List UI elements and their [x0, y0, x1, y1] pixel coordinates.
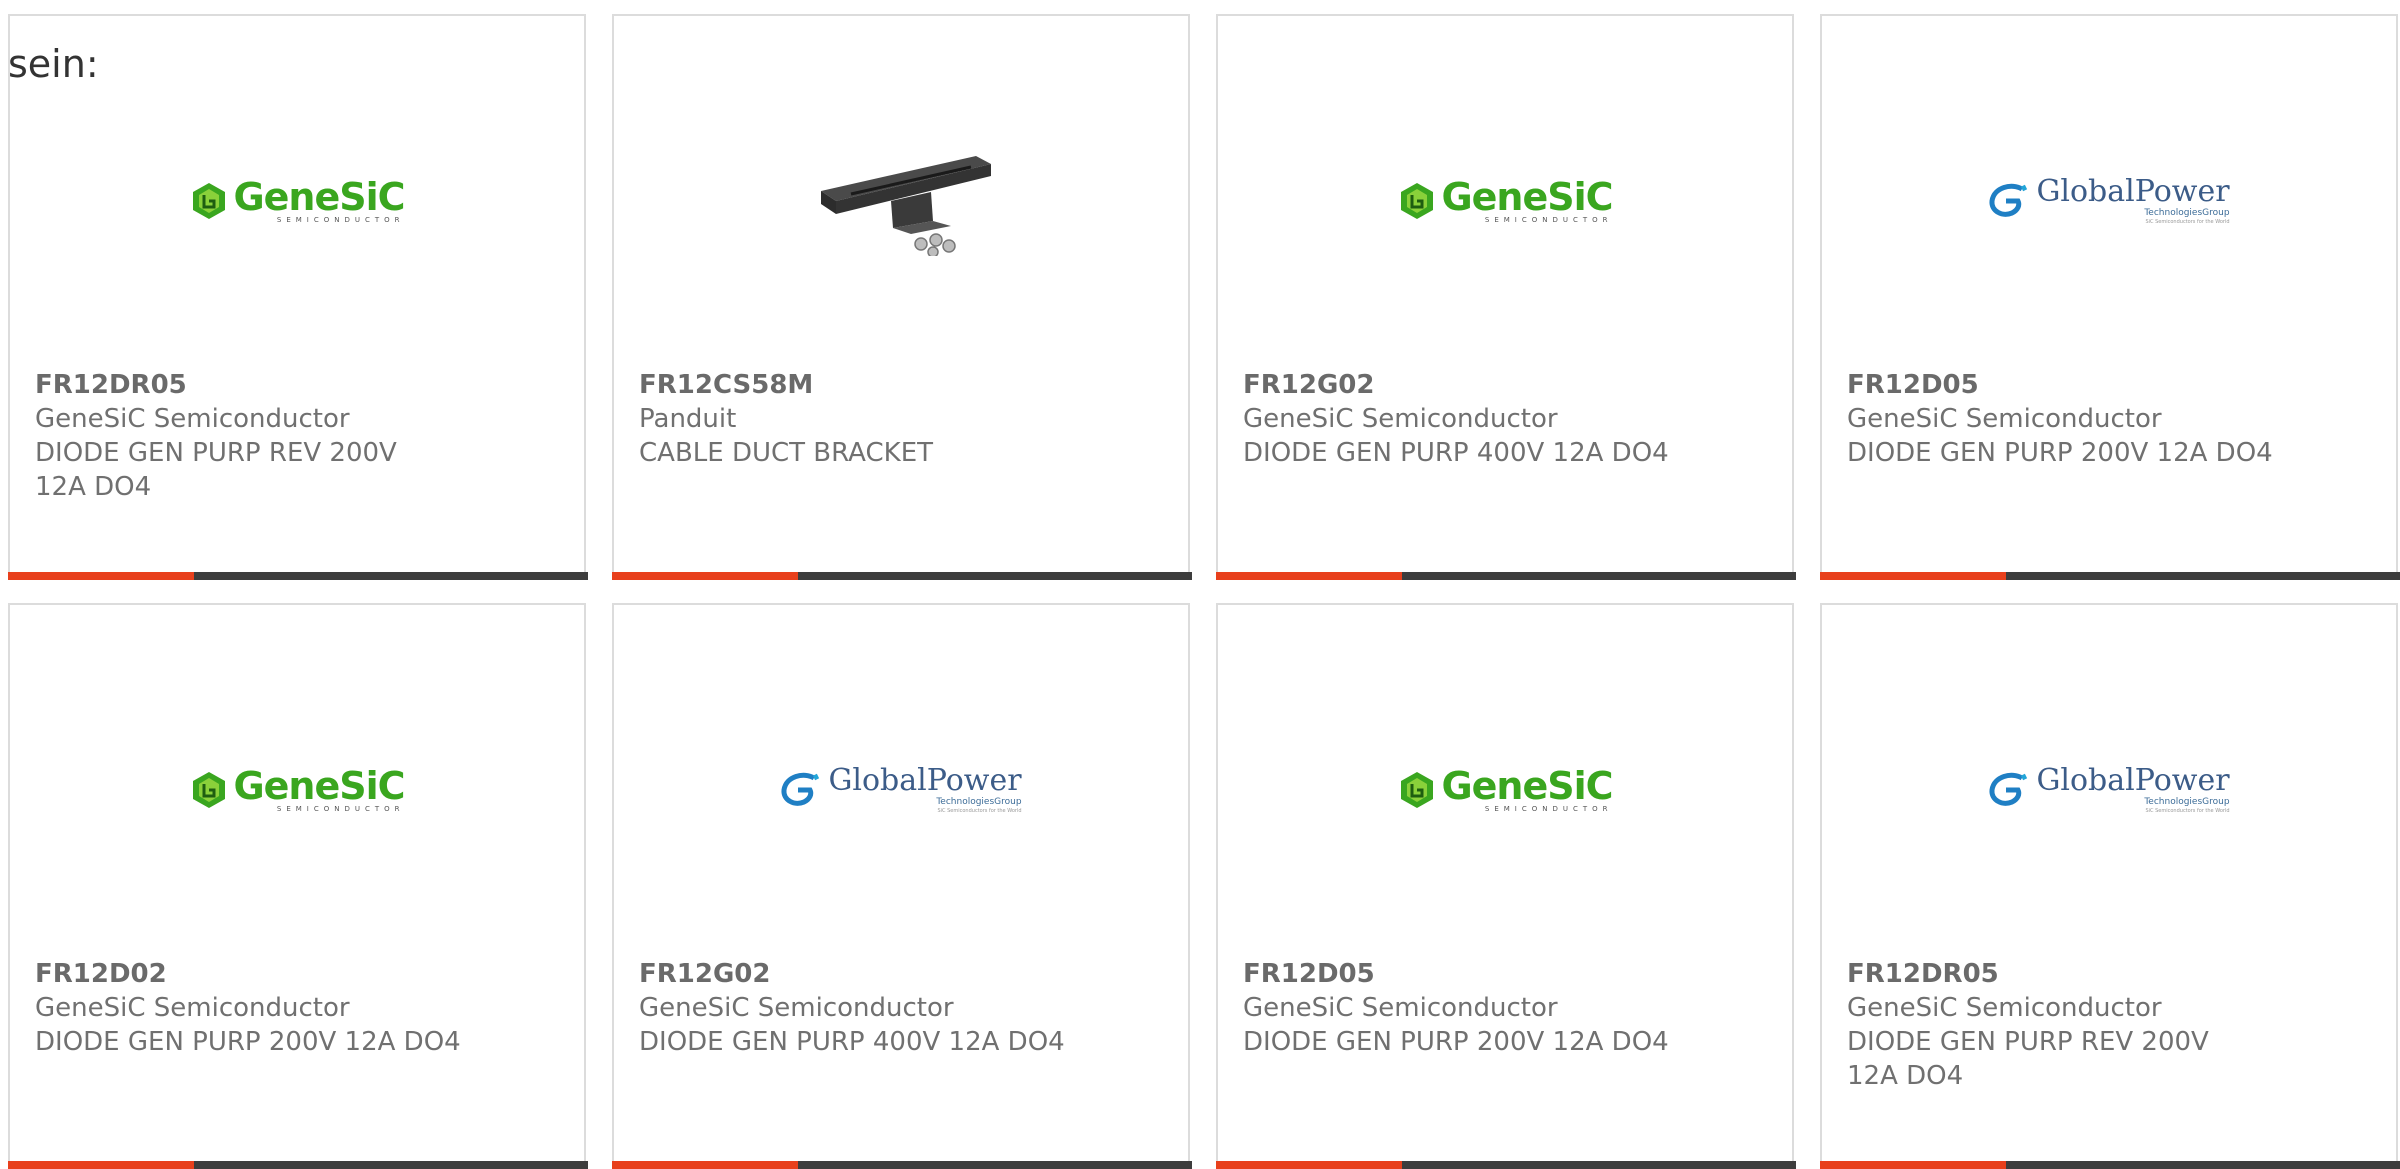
card-progress-fill — [612, 572, 798, 580]
product-card[interactable]: FR12CS58M Panduit CABLE DUCT BRACKET — [612, 14, 1192, 580]
globalpower-slogan: SiC Semiconductors for the World — [937, 808, 1022, 814]
product-image: GeneSiC SEMICONDUCTOR — [10, 705, 584, 875]
cable-duct-bracket-photo — [821, 156, 991, 256]
part-number[interactable]: FR12DR05 — [1847, 957, 2287, 991]
product-description: DIODE GEN PURP 200V 12A DO4 — [1243, 1027, 1669, 1057]
genesic-hex-icon — [193, 183, 226, 219]
manufacturer-name: GeneSiC Semiconductor — [1243, 993, 1558, 1023]
card-progress-bar — [8, 1161, 588, 1169]
part-number[interactable]: FR12D05 — [1847, 368, 2287, 402]
genesic-logo: GeneSiC SEMICONDUCTOR — [189, 175, 406, 224]
card-progress-fill — [612, 1161, 798, 1169]
card-progress-fill — [1216, 572, 1402, 580]
product-card[interactable]: GeneSiC SEMICONDUCTOR FR12D05 GeneSiC Se… — [1216, 603, 1796, 1169]
card-progress-bar — [1216, 572, 1796, 580]
product-image: GeneSiC SEMICONDUCTOR — [1218, 116, 1792, 286]
manufacturer-name: GeneSiC Semiconductor — [1243, 404, 1558, 434]
part-number[interactable]: FR12CS58M — [639, 368, 1079, 402]
genesic-hex-icon — [1401, 772, 1434, 808]
part-number[interactable]: FR12G02 — [1243, 368, 1683, 402]
manufacturer-name: GeneSiC Semiconductor — [35, 404, 350, 434]
card-progress-fill — [1216, 1161, 1402, 1169]
genesic-wordmark: GeneSiC — [1441, 175, 1613, 219]
genesic-logo: GeneSiC SEMICONDUCTOR — [1397, 764, 1614, 813]
product-card[interactable]: GeneSiC SEMICONDUCTOR FR12DR05 GeneSiC S… — [8, 14, 588, 580]
manufacturer-name: GeneSiC Semiconductor — [1847, 993, 2162, 1023]
manufacturer-name: GeneSiC Semiconductor — [639, 993, 954, 1023]
globalpower-wordmark: GlobalPower — [2036, 763, 2230, 798]
genesic-hex-icon — [193, 772, 226, 808]
globalpower-tagline: TechnologiesGroup — [936, 797, 1022, 807]
product-card[interactable]: GlobalPower TechnologiesGroup SiC Semico… — [612, 603, 1192, 1169]
globalpower-swoosh-icon — [781, 772, 820, 806]
genesic-wordmark: GeneSiC — [233, 764, 405, 808]
globalpower-swoosh-icon — [1989, 772, 2028, 806]
card-progress-fill — [1820, 572, 2006, 580]
product-image: GeneSiC SEMICONDUCTOR — [1218, 705, 1792, 875]
part-number[interactable]: FR12D02 — [35, 957, 475, 991]
product-description: DIODE GEN PURP REV 200V 12A DO4 — [35, 438, 397, 502]
product-image: GlobalPower TechnologiesGroup SiC Semico… — [614, 705, 1188, 875]
card-progress-fill — [8, 572, 194, 580]
product-description: DIODE GEN PURP 200V 12A DO4 — [1847, 438, 2273, 468]
globalpower-tagline: TechnologiesGroup — [2144, 208, 2230, 218]
product-card[interactable]: GlobalPower TechnologiesGroup SiC Semico… — [1820, 14, 2400, 580]
manufacturer-name: GeneSiC Semiconductor — [35, 993, 350, 1023]
globalpower-slogan: SiC Semiconductors for the World — [2145, 219, 2230, 225]
genesic-wordmark: GeneSiC — [1441, 764, 1613, 808]
product-image — [614, 116, 1188, 286]
card-progress-bar — [1820, 572, 2400, 580]
globalpower-swoosh-icon — [1989, 183, 2028, 217]
globalpower-logo: GlobalPower TechnologiesGroup SiC Semico… — [1988, 763, 2230, 815]
product-description: DIODE GEN PURP 400V 12A DO4 — [1243, 438, 1669, 468]
card-progress-bar — [1820, 1161, 2400, 1169]
card-progress-bar — [612, 1161, 1192, 1169]
genesic-wordmark: GeneSiC — [233, 175, 405, 219]
product-card[interactable]: GeneSiC SEMICONDUCTOR FR12D02 GeneSiC Se… — [8, 603, 588, 1169]
product-card[interactable]: GeneSiC SEMICONDUCTOR FR12G02 GeneSiC Se… — [1216, 14, 1796, 580]
globalpower-logo: GlobalPower TechnologiesGroup SiC Semico… — [780, 763, 1022, 815]
manufacturer-name: Panduit — [639, 404, 737, 434]
globalpower-tagline: TechnologiesGroup — [2144, 797, 2230, 807]
product-card[interactable]: GlobalPower TechnologiesGroup SiC Semico… — [1820, 603, 2400, 1169]
card-progress-fill — [8, 1161, 194, 1169]
globalpower-wordmark: GlobalPower — [828, 763, 1022, 798]
product-description: DIODE GEN PURP REV 200V 12A DO4 — [1847, 1027, 2209, 1091]
card-progress-bar — [8, 572, 588, 580]
genesic-logo: GeneSiC SEMICONDUCTOR — [189, 764, 406, 813]
part-number[interactable]: FR12DR05 — [35, 368, 475, 402]
manufacturer-name: GeneSiC Semiconductor — [1847, 404, 2162, 434]
card-progress-bar — [612, 572, 1192, 580]
part-number[interactable]: FR12D05 — [1243, 957, 1683, 991]
product-image: GlobalPower TechnologiesGroup SiC Semico… — [1822, 116, 2396, 286]
product-description: DIODE GEN PURP 400V 12A DO4 — [639, 1027, 1065, 1057]
part-number[interactable]: FR12G02 — [639, 957, 1079, 991]
product-description: CABLE DUCT BRACKET — [639, 438, 933, 468]
genesic-logo: GeneSiC SEMICONDUCTOR — [1397, 175, 1614, 224]
product-image: GeneSiC SEMICONDUCTOR — [10, 116, 584, 286]
globalpower-wordmark: GlobalPower — [2036, 174, 2230, 209]
product-description: DIODE GEN PURP 200V 12A DO4 — [35, 1027, 461, 1057]
card-progress-bar — [1216, 1161, 1796, 1169]
globalpower-slogan: SiC Semiconductors for the World — [2145, 808, 2230, 814]
card-progress-fill — [1820, 1161, 2006, 1169]
genesic-hex-icon — [1401, 183, 1434, 219]
product-grid: GeneSiC SEMICONDUCTOR FR12DR05 GeneSiC S… — [0, 0, 2400, 1169]
globalpower-logo: GlobalPower TechnologiesGroup SiC Semico… — [1988, 174, 2230, 226]
intro-text: sein: — [8, 42, 99, 86]
product-image: GlobalPower TechnologiesGroup SiC Semico… — [1822, 705, 2396, 875]
